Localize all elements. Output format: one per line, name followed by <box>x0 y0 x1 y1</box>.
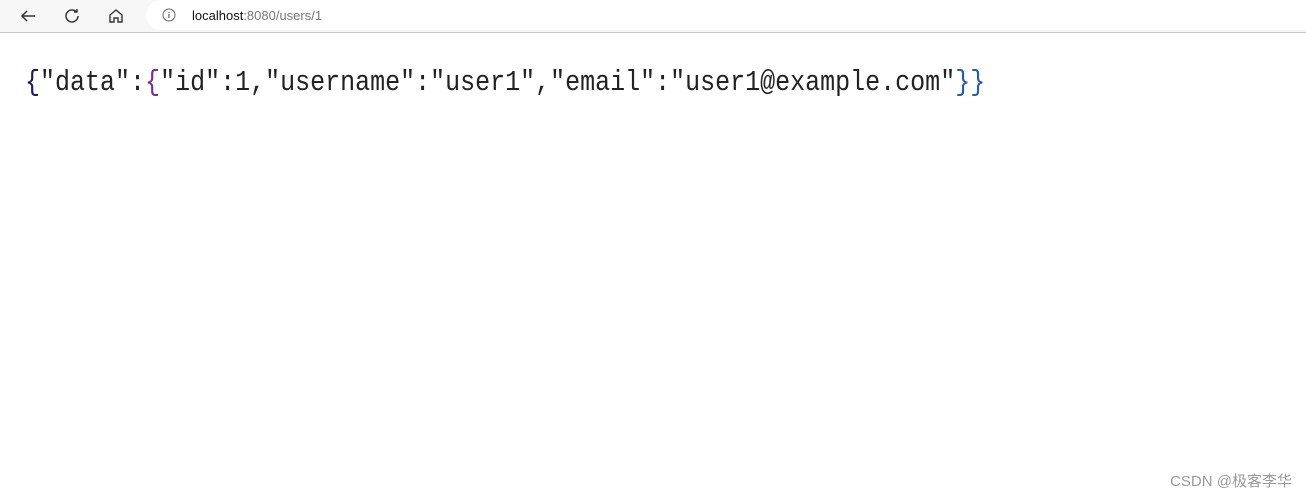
back-arrow-icon <box>20 10 35 22</box>
home-icon <box>109 9 123 23</box>
address-bar[interactable]: localhost:8080/users/1 <box>146 0 1306 30</box>
watermark: CSDN @极客李华 <box>1170 473 1292 490</box>
back-button[interactable] <box>14 2 42 30</box>
json-response: {"data":{"id":1,"username":"user1","emai… <box>25 66 986 100</box>
browser-toolbar: localhost:8080/users/1 <box>0 0 1306 33</box>
reload-icon <box>65 9 79 23</box>
url-text[interactable]: localhost:8080/users/1 <box>192 8 322 23</box>
info-icon[interactable] <box>162 8 176 22</box>
home-button[interactable] <box>102 2 130 30</box>
reload-button[interactable] <box>58 2 86 30</box>
